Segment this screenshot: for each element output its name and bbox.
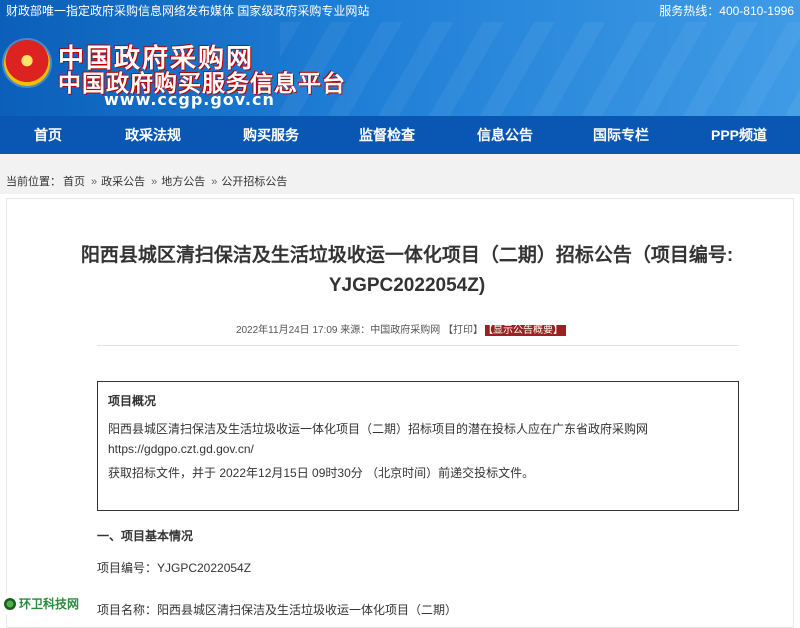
nav-item-international[interactable]: 国际专栏 [586, 116, 656, 154]
breadcrumb-separator: » [91, 176, 98, 188]
nav-item-announcements[interactable]: 信息公告 [470, 116, 540, 154]
overview-text-2: 获取招标文件，并于 2022年12月15日 09时30分 （北京时间）前递交投标… [108, 466, 535, 480]
article-source: 来源：中国政府采购网 [340, 325, 441, 336]
watermark-logo-icon [4, 598, 16, 610]
print-link[interactable]: 【打印】 [443, 325, 483, 336]
publish-date: 2022年11月24日 17:09 [235, 325, 338, 336]
show-summary-button[interactable]: 【显示公告概要】 [485, 325, 567, 336]
title-line-1: 阳西县城区清扫保洁及生活垃圾收运一体化项目（二期）招标公告（项目编号: [80, 245, 734, 266]
site-tagline: 财政部唯一指定政府采购信息网络发布媒体 国家级政府采购专业网站 [6, 4, 370, 18]
nav-item-ppp[interactable]: PPP频道 [702, 116, 776, 154]
divider [97, 345, 739, 346]
section-heading: 一、项目基本情况 [97, 529, 194, 543]
breadcrumb-item-local[interactable]: 地方公告 [161, 176, 205, 188]
breadcrumb-item-open-tender[interactable]: 公开招标公告 [221, 176, 287, 188]
hotline-label: 服务热线： [659, 4, 720, 18]
breadcrumb-item-announcements[interactable]: 政采公告 [101, 176, 145, 188]
overview-text-1: 阳西县城区清扫保洁及生活垃圾收运一体化项目（二期）招标项目的潜在投标人应在广东省… [108, 422, 649, 436]
site-header: 财政部唯一指定政府采购信息网络发布媒体 国家级政府采购专业网站 服务热线：400… [0, 0, 800, 116]
breadcrumb-item-home[interactable]: 首页 [63, 176, 85, 188]
breadcrumb: 当前位置： 首页» 政采公告» 地方公告» 公开招标公告 [0, 154, 800, 194]
breadcrumb-separator: » [211, 176, 218, 188]
watermark: 环卫科技网 [0, 593, 84, 615]
main-nav: 首页 政采法规 购买服务 监督检查 信息公告 国际专栏 PPP频道 [0, 116, 800, 155]
breadcrumb-prefix: 当前位置： [6, 176, 61, 188]
project-overview-box: 项目概况 阳西县城区清扫保洁及生活垃圾收运一体化项目（二期）招标项目的潜在投标人… [97, 381, 739, 511]
nav-item-home[interactable]: 首页 [18, 116, 78, 154]
nav-item-purchase-services[interactable]: 购买服务 [236, 116, 306, 154]
page-title: 阳西县城区清扫保洁及生活垃圾收运一体化项目（二期）招标公告（项目编号: YJGP… [27, 241, 787, 301]
article-meta: 2022年11月24日 17:09 来源：中国政府采购网 【打印】 【显示公告概要… [7, 321, 795, 336]
logo-url[interactable]: www.ccgp.gov.cn [104, 90, 275, 109]
nav-item-supervision[interactable]: 监督检查 [352, 116, 422, 154]
hotline-number: 400-810-1996 [719, 4, 794, 18]
top-strip: 财政部唯一指定政府采购信息网络发布媒体 国家级政府采购专业网站 服务热线：400… [0, 0, 800, 22]
overview-heading: 项目概况 [108, 394, 157, 408]
nav-item-regulations[interactable]: 政采法规 [118, 116, 188, 154]
national-emblem-icon[interactable] [4, 40, 50, 86]
hotline: 服务热线：400-810-1996 [659, 0, 794, 22]
watermark-text: 环卫科技网 [19, 597, 80, 611]
project-number: 项目编号：YJGPC2022054Z [97, 561, 252, 575]
breadcrumb-separator: » [151, 176, 158, 188]
header-decoration [280, 22, 800, 116]
overview-link[interactable]: https://gdgpo.czt.gd.gov.cn/ [108, 442, 254, 456]
title-line-2: YJGPC2022054Z) [328, 275, 486, 296]
project-name: 项目名称：阳西县城区清扫保洁及生活垃圾收运一体化项目（二期） [97, 603, 458, 617]
article-card: 阳西县城区清扫保洁及生活垃圾收运一体化项目（二期）招标公告（项目编号: YJGP… [6, 198, 794, 628]
